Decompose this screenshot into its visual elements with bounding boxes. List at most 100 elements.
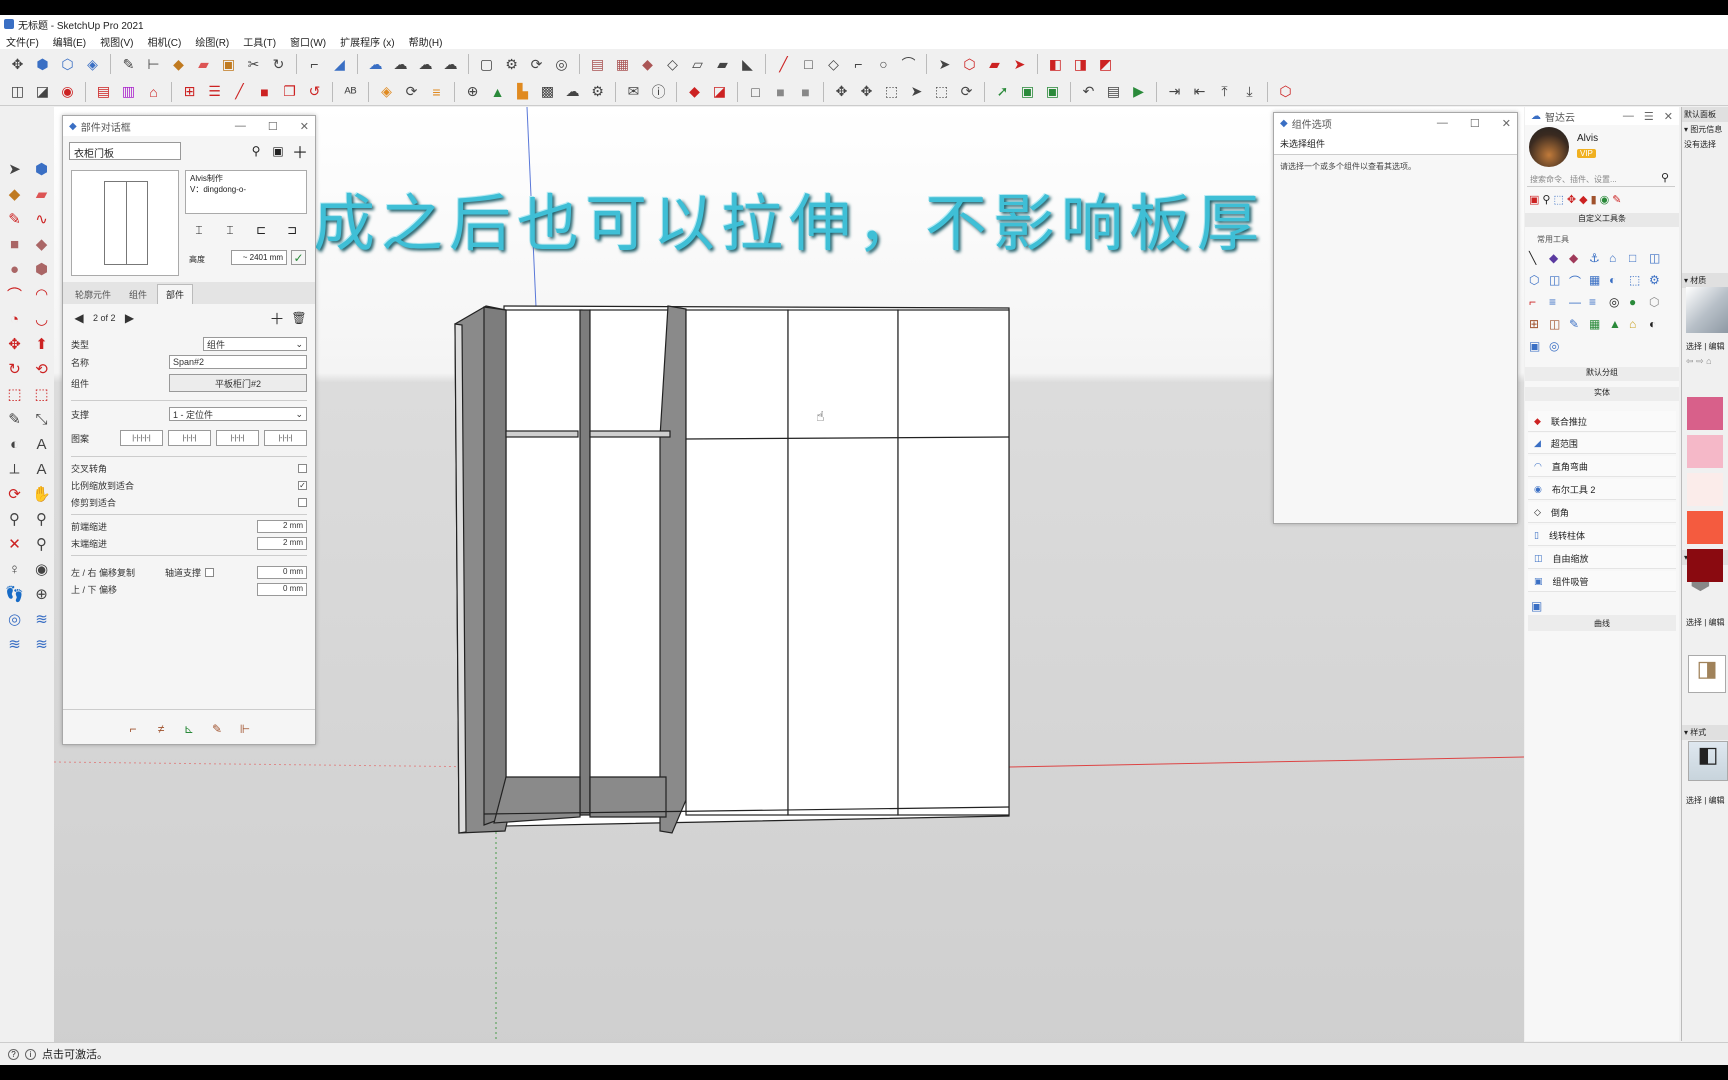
info-icon[interactable]: ⓘ: [647, 81, 670, 103]
bottom-tool-icon-1[interactable]: ⌐: [125, 721, 141, 737]
pencil-icon[interactable]: ✎: [117, 53, 140, 75]
scale-fit-checkbox[interactable]: ✓: [298, 481, 307, 490]
scale-icon[interactable]: ⬚: [2, 382, 27, 406]
tool-icon-17[interactable]: ―: [1569, 295, 1589, 317]
close-button[interactable]: ✕: [1502, 117, 1511, 130]
follow-me-icon[interactable]: ⟲: [29, 357, 54, 381]
rotate-icon[interactable]: ↻: [267, 53, 290, 75]
zoom-window-icon[interactable]: ⚲: [29, 507, 54, 531]
plugin-item-7[interactable]: ◫ 自由缩放: [1528, 548, 1676, 569]
tool-icon-29[interactable]: ▣: [1529, 339, 1549, 361]
tool-icon-26[interactable]: ▲: [1609, 317, 1629, 339]
height-input[interactable]: ~ 2401 mm: [231, 250, 287, 265]
tool-icon-16[interactable]: ≡: [1549, 295, 1569, 317]
name-input[interactable]: Span#2: [169, 355, 307, 369]
plugin-item-4[interactable]: ◉ 布尔工具 2: [1528, 479, 1676, 500]
undo-icon[interactable]: ↶: [1077, 81, 1100, 103]
plugin-icon-2[interactable]: ⚲: [1542, 193, 1550, 206]
section-icon-1[interactable]: ◧: [1044, 53, 1067, 75]
eraser-icon[interactable]: ▰: [192, 53, 215, 75]
tool-icon-8[interactable]: ⬡: [1529, 273, 1549, 295]
lr-offset-input[interactable]: 0 mm: [257, 566, 307, 579]
plugin-item-2[interactable]: ◢ 超范围: [1528, 433, 1676, 454]
circle-tool-icon[interactable]: ○: [872, 53, 895, 75]
box-orange-icon[interactable]: ◈: [375, 81, 398, 103]
zoom-icon[interactable]: ⚲: [2, 507, 27, 531]
red-squares-icon[interactable]: ❐: [278, 81, 301, 103]
settings-dark-icon[interactable]: ⚙: [586, 81, 609, 103]
default-group-header[interactable]: 默认分组: [1525, 367, 1679, 381]
plus-circle-icon[interactable]: ⊕: [461, 81, 484, 103]
search-icon[interactable]: ⚲: [1661, 171, 1669, 184]
line-icon[interactable]: ✎: [2, 207, 27, 231]
align-icon-3[interactable]: ⊏: [253, 222, 269, 238]
red-square-icon[interactable]: ■: [253, 81, 276, 103]
sandbox-icon-4[interactable]: ◇: [661, 53, 684, 75]
menu-help[interactable]: 帮助(H): [409, 34, 443, 49]
materials-select-tab[interactable]: 选择 | 编辑: [1686, 341, 1725, 352]
pattern-button-1[interactable]: |-|-|-|-|: [120, 430, 163, 446]
type-select[interactable]: 组件 ⌄: [203, 337, 307, 351]
material-swatch-3[interactable]: [1687, 473, 1723, 506]
tool-icon-7[interactable]: ◫: [1649, 251, 1669, 273]
tool-icon-13[interactable]: ⬚: [1629, 273, 1649, 295]
green-arrow-icon[interactable]: ➚: [991, 81, 1014, 103]
warehouse-icon[interactable]: ▤: [92, 81, 115, 103]
maximize-button[interactable]: ☐: [268, 120, 278, 133]
pattern-button-2[interactable]: |-|-|-|: [168, 430, 211, 446]
menu-edit[interactable]: 编辑(E): [53, 34, 86, 49]
cloud-upload-icon[interactable]: ☁: [414, 53, 437, 75]
rotated-rectangle-icon[interactable]: ◆: [29, 232, 54, 256]
rect-icon[interactable]: ■: [2, 232, 27, 256]
play-icon[interactable]: ▶: [1127, 81, 1150, 103]
dimension-icon[interactable]: ⊢: [142, 53, 165, 75]
polygon-icon[interactable]: ⬢: [29, 257, 54, 281]
tool-icon-22[interactable]: ⊞: [1529, 317, 1549, 339]
solid-tool-3-icon[interactable]: ≋: [2, 632, 27, 656]
polyline-icon[interactable]: ⌐: [847, 53, 870, 75]
menu-extensions[interactable]: 扩展程序 (x): [340, 34, 394, 49]
component-icon[interactable]: ⬡: [958, 53, 981, 75]
sandbox-icon-2[interactable]: ▦: [611, 53, 634, 75]
save-icon[interactable]: ▣: [270, 143, 286, 159]
tool-icon-23[interactable]: ◫: [1549, 317, 1569, 339]
tool-icon-2[interactable]: ◆: [1549, 251, 1569, 273]
tab-part[interactable]: 部件: [157, 284, 194, 304]
prev-arrow-icon[interactable]: ◀: [71, 310, 87, 326]
three-point-arc-icon[interactable]: ◡: [29, 307, 54, 331]
stairs-icon[interactable]: ⌐: [303, 53, 326, 75]
refresh-icon[interactable]: ⟳: [525, 53, 548, 75]
align-icon-1[interactable]: ⌶: [191, 222, 207, 238]
tool-icon-12[interactable]: ◐: [1609, 273, 1629, 295]
plugin-extra-icon[interactable]: ▣: [1531, 599, 1542, 613]
maximize-button[interactable]: ☐: [1470, 117, 1480, 130]
solid-tool-2-icon[interactable]: ≋: [29, 607, 54, 631]
custom-toolbar-header[interactable]: 自定义工具条: [1525, 213, 1679, 227]
tool-icon-4[interactable]: ⚓: [1589, 251, 1609, 273]
pattern-button-3[interactable]: |-|-|-|: [216, 430, 259, 446]
dim-icon-4[interactable]: ⤓: [1238, 81, 1261, 103]
rotate-tool-icon[interactable]: ↻: [2, 357, 27, 381]
section-icon-2[interactable]: ◨: [1069, 53, 1092, 75]
plugin-icon-4[interactable]: ✥: [1567, 193, 1576, 206]
zoom-extents-icon[interactable]: ✕: [2, 532, 27, 556]
materials-header[interactable]: ▾ 材质: [1682, 273, 1728, 288]
components-select-tab[interactable]: 选择 | 编辑: [1686, 617, 1725, 628]
mail-icon[interactable]: ✉: [622, 81, 645, 103]
close-button[interactable]: ✕: [300, 120, 309, 133]
align-icon-2[interactable]: ⌶: [222, 222, 238, 238]
plugin-icon-8[interactable]: ✎: [1612, 193, 1621, 206]
protractor-icon[interactable]: ◐: [2, 432, 27, 456]
axes-icon[interactable]: ⟂: [2, 457, 27, 481]
menu-draw[interactable]: 绘图(R): [195, 34, 229, 49]
checker-icon[interactable]: ▩: [536, 81, 559, 103]
tool-icon-25[interactable]: ▦: [1589, 317, 1609, 339]
search-icon[interactable]: ⚲: [248, 143, 264, 159]
section-icon-3[interactable]: ◩: [1094, 53, 1117, 75]
cloud-dark-icon[interactable]: ☁: [561, 81, 584, 103]
layers-icon[interactable]: ≡: [425, 81, 448, 103]
cross-corner-checkbox[interactable]: [298, 464, 307, 473]
frame-icon[interactable]: ▢: [475, 53, 498, 75]
cloud-link-icon[interactable]: ☁: [364, 53, 387, 75]
tool-icon-20[interactable]: ●: [1629, 295, 1649, 317]
